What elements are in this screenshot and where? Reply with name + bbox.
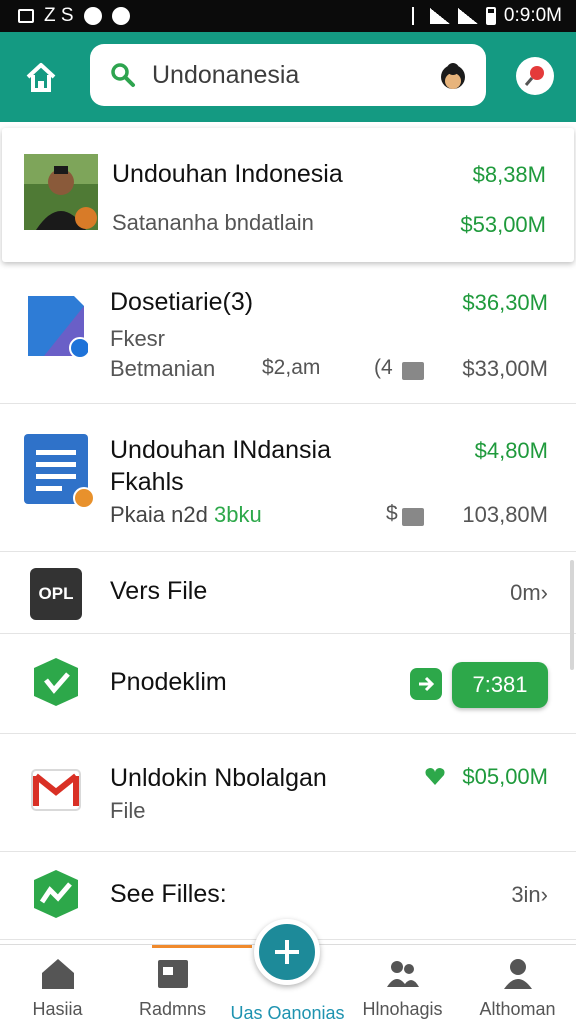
item-title: Dosetiarie(3) xyxy=(110,288,254,316)
item-amount: $05,00M xyxy=(462,764,548,789)
file-icon xyxy=(402,508,424,526)
active-indicator xyxy=(152,945,252,948)
list-item[interactable]: Undouhan Indonesia Satananha bndatlain $… xyxy=(2,128,574,262)
bottom-navigation: Hasiia Radmns Uas Oanonias Hlnohagis Alt… xyxy=(0,919,576,1024)
item-amount-secondary: 103,80M xyxy=(462,502,548,527)
scrollbar[interactable] xyxy=(570,560,574,670)
green-app-icon xyxy=(34,870,78,918)
list-item[interactable]: Pnodeklim 7:381 xyxy=(0,634,576,734)
item-action[interactable]: 0m› xyxy=(510,580,548,606)
add-button[interactable] xyxy=(410,668,442,700)
item-title: See Filles: xyxy=(110,880,227,908)
app-bar: Undonanesia xyxy=(0,32,576,122)
item-title: Undouhan Indonesia xyxy=(112,160,343,188)
user-avatar-icon[interactable] xyxy=(438,60,468,90)
search-input[interactable]: Undonanesia xyxy=(152,61,299,90)
gallery-icon xyxy=(157,960,188,988)
item-title: Vers File xyxy=(110,577,208,605)
profile-button[interactable] xyxy=(516,57,554,95)
document-app-icon xyxy=(28,296,88,359)
cell-signal-icon xyxy=(457,8,478,24)
list-item[interactable]: Undouhan INdansia Fkahls Pkaia n2d 3bku … xyxy=(0,404,576,552)
status-right: 0:9:0M xyxy=(411,5,562,27)
file-icon xyxy=(402,362,424,380)
item-mid-value: $2,am xyxy=(262,356,321,379)
bluetooth-icon xyxy=(411,7,422,25)
notification-icon xyxy=(83,7,102,25)
nav-item-people[interactable]: Hlnohagis xyxy=(345,957,460,1020)
value-button[interactable]: 7:381 xyxy=(452,662,548,708)
docs-app-icon xyxy=(24,434,94,508)
nav-item-home[interactable]: Hasiia xyxy=(0,957,115,1020)
add-fab-button[interactable] xyxy=(254,919,320,985)
person-thumbnail xyxy=(24,154,98,230)
person-icon xyxy=(503,959,532,989)
nav-item-gallery[interactable]: Radmns xyxy=(115,957,230,1020)
item-detail: Pkaia n2d 3bku xyxy=(110,502,262,528)
status-bar: Z S 0:9:0M xyxy=(0,0,576,32)
nav-label: Uas Oanonias xyxy=(230,1003,345,1023)
item-amount: $36,30M xyxy=(462,290,548,315)
gallery-notification-icon xyxy=(18,9,34,23)
nav-label: Althoman xyxy=(479,999,556,1019)
add-icon xyxy=(275,940,299,964)
home-button[interactable] xyxy=(20,56,62,98)
search-bar[interactable]: Undonanesia xyxy=(90,44,486,106)
item-detail-label: Pkaia n2d xyxy=(110,502,208,527)
nav-item-add[interactable]: Uas Oanonias xyxy=(230,1003,345,1024)
list-item[interactable]: Dosetiarie(3) Fkesr Betmanian $2,am (4 $… xyxy=(0,262,576,404)
pin-icon xyxy=(524,66,544,86)
item-subtitle: Fkahls xyxy=(110,468,184,496)
item-count: (4 xyxy=(374,356,393,379)
home-icon xyxy=(26,63,56,92)
heart-icon xyxy=(425,768,445,785)
nav-label: Hlnohagis xyxy=(362,999,443,1019)
gmail-icon xyxy=(31,769,81,811)
item-count: $ xyxy=(386,502,398,525)
arrow-right-icon xyxy=(419,676,435,692)
battery-icon xyxy=(485,7,496,25)
people-icon xyxy=(386,961,419,987)
home-icon xyxy=(41,959,74,989)
nav-label: Hasiia xyxy=(32,999,83,1019)
item-title: Unldokin Nbolalgan xyxy=(110,764,327,792)
item-subtitle: File xyxy=(110,798,146,823)
list-item[interactable]: Unldokin Nbolalgan File $05,00M xyxy=(0,734,576,852)
status-left: Z S xyxy=(18,5,130,27)
item-title: Undouhan INdansia xyxy=(110,436,331,464)
item-amount: $4,80M xyxy=(474,438,548,463)
nav-item-profile[interactable]: Althoman xyxy=(460,957,575,1020)
item-action[interactable]: 3in› xyxy=(511,882,548,908)
item-detail-link[interactable]: 3bku xyxy=(214,502,262,527)
item-amount-secondary: $53,00M xyxy=(460,212,546,237)
wifi-icon xyxy=(429,8,450,24)
status-left-text: Z S xyxy=(44,5,74,26)
item-amount: $8,38M xyxy=(472,162,546,187)
search-icon xyxy=(111,63,135,87)
icon-label: OPL xyxy=(38,584,74,603)
item-amount-secondary: $33,00M xyxy=(462,356,548,381)
item-title: Pnodeklim xyxy=(110,668,227,696)
opl-app-icon: OPL xyxy=(30,568,82,620)
notification-icon-2 xyxy=(111,7,130,25)
item-subtitle: Fkesr xyxy=(110,326,165,351)
list-item[interactable]: OPL Vers File 0m› xyxy=(0,552,576,634)
nav-label: Radmns xyxy=(138,999,207,1019)
status-time: 0:9:0M xyxy=(503,5,562,26)
item-detail: Betmanian xyxy=(110,356,216,381)
item-subtitle: Satananha bndatlain xyxy=(112,210,314,235)
green-shield-icon xyxy=(34,658,78,706)
